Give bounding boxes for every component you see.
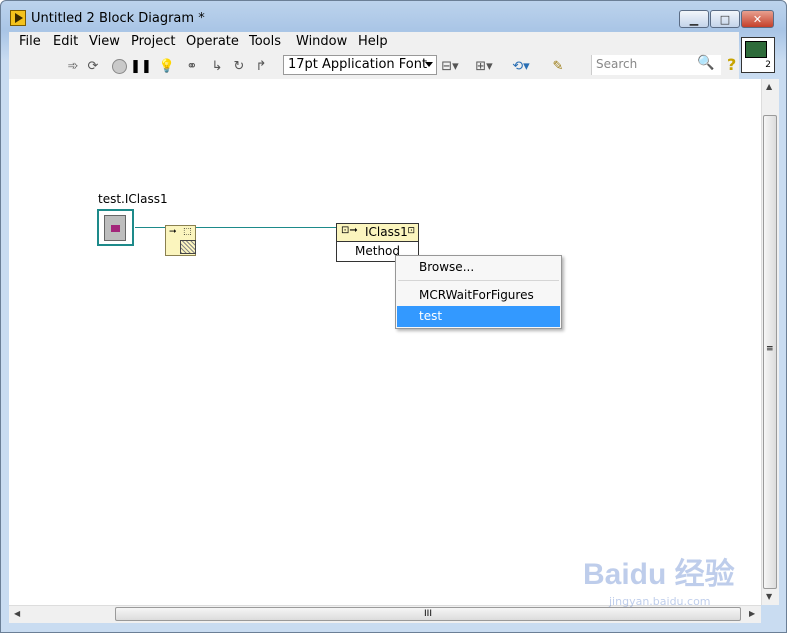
vi-icon-graphic xyxy=(745,41,767,58)
reference-out-icon: ⊡ xyxy=(407,226,415,236)
menu-separator xyxy=(398,280,559,281)
class-constant-label[interactable]: test.IClass1 xyxy=(98,192,168,206)
invoke-node-class: IClass1 xyxy=(365,225,408,239)
run-continuous-icon[interactable]: ⟳ xyxy=(84,57,102,75)
scroll-up-icon[interactable]: ▲ xyxy=(766,82,772,91)
class-grid-icon xyxy=(180,240,196,254)
horizontal-scrollbar[interactable]: ◀ III ▶ xyxy=(9,605,761,623)
labview-app-icon[interactable] xyxy=(10,10,26,26)
close-button[interactable]: ✕ xyxy=(741,10,774,28)
close-icon: ✕ xyxy=(752,12,763,26)
chevron-down-icon xyxy=(425,62,433,67)
retain-wire-values-icon[interactable]: ⚭ xyxy=(183,57,201,75)
step-into-icon[interactable]: ↳ xyxy=(208,57,226,75)
class-constant[interactable] xyxy=(97,209,134,246)
vertical-scroll-grip: ≡ xyxy=(766,344,774,354)
title-bar: Untitled 2 Block Diagram * ▁ □ ✕ xyxy=(1,1,786,33)
search-icon[interactable]: 🔍 xyxy=(697,55,714,71)
menu-edit[interactable]: Edit xyxy=(53,34,78,49)
run-arrow-icon[interactable]: ➾ xyxy=(64,57,82,75)
scroll-left-icon[interactable]: ◀ xyxy=(14,609,20,618)
reference-in-icon: ⊡➞ xyxy=(341,225,358,236)
vertical-scrollbar[interactable]: ▲ ≡ ▼ xyxy=(761,79,779,605)
menu-view[interactable]: View xyxy=(89,34,120,49)
menu-tools[interactable]: Tools xyxy=(249,34,281,49)
font-select[interactable]: 17pt Application Font xyxy=(283,55,437,75)
search-placeholder: Search xyxy=(596,57,638,71)
vi-icon[interactable]: 2 xyxy=(741,37,775,73)
menu-project[interactable]: Project xyxy=(131,34,175,49)
menu-browse[interactable]: Browse... xyxy=(397,257,560,278)
scroll-down-icon[interactable]: ▼ xyxy=(766,592,772,601)
pause-icon[interactable]: ❚❚ xyxy=(130,57,152,75)
invoke-node-header[interactable]: ⊡➞ IClass1 ⊡ xyxy=(337,224,418,242)
font-select-value: 17pt Application Font xyxy=(288,57,428,72)
maximize-icon: □ xyxy=(719,12,731,26)
horizontal-scroll-grip: III xyxy=(424,609,432,619)
invoke-node-method[interactable]: Method xyxy=(355,244,400,258)
method-context-menu: Browse... MCRWaitForFigures test xyxy=(395,255,562,329)
class-cube-icon: ⬚ xyxy=(183,227,192,237)
maximize-button[interactable]: □ xyxy=(710,10,740,28)
minimize-button[interactable]: ▁ xyxy=(679,10,709,28)
vertical-scroll-thumb[interactable]: ≡ xyxy=(763,115,777,589)
to-more-generic-class-node[interactable]: ➞ ⬚ xyxy=(165,225,196,256)
scroll-right-icon[interactable]: ▶ xyxy=(749,609,755,618)
step-out-icon[interactable]: ↱ xyxy=(252,57,270,75)
block-diagram-canvas[interactable]: test.IClass1 ⊡➞ IClass1 ⊡ Method xyxy=(9,79,761,605)
help-icon[interactable]: ? xyxy=(727,55,736,74)
menu-help[interactable]: Help xyxy=(358,34,388,49)
menu-bar: File Edit View Project Operate Tools Win… xyxy=(9,32,739,52)
horizontal-scroll-thumb[interactable]: III xyxy=(115,607,741,621)
window-title: Untitled 2 Block Diagram * xyxy=(31,11,205,26)
menu-test[interactable]: test xyxy=(397,306,560,327)
step-over-icon[interactable]: ↻ xyxy=(230,57,248,75)
menu-mcrwaitforfigures[interactable]: MCRWaitForFigures xyxy=(397,285,560,306)
vi-icon-number: 2 xyxy=(765,60,771,70)
block-diagram-window: Untitled 2 Block Diagram * ▁ □ ✕ File Ed… xyxy=(0,0,787,633)
reorder-icon[interactable]: ⟲▾ xyxy=(508,57,534,75)
toolbar: ➾ ⟳ ❚❚ 💡 ⚭ ↳ ↻ ↱ 17pt Application Font ⊟… xyxy=(9,52,739,80)
align-icon[interactable]: ⊟▾ xyxy=(437,57,463,75)
distribute-icon[interactable]: ⊞▾ xyxy=(471,57,497,75)
menu-window[interactable]: Window xyxy=(296,34,347,49)
cleanup-icon[interactable]: ✎ xyxy=(546,57,570,75)
convert-arrow-icon: ➞ xyxy=(169,227,177,237)
class-document-icon xyxy=(104,215,126,241)
highlight-execution-icon[interactable]: 💡 xyxy=(158,57,176,75)
menu-file[interactable]: File xyxy=(19,34,41,49)
abort-icon[interactable] xyxy=(110,57,128,75)
minimize-icon: ▁ xyxy=(689,12,699,26)
menu-operate[interactable]: Operate xyxy=(186,34,239,49)
